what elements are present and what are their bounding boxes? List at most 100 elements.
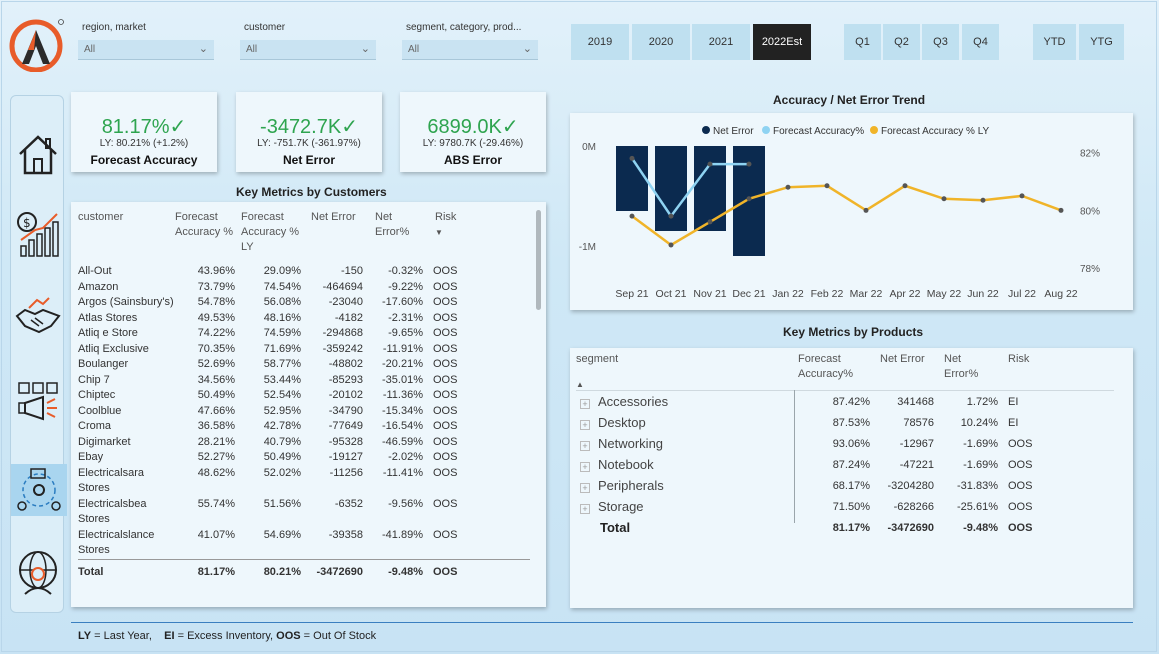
column-header-net-error[interactable]: Net Error <box>301 210 363 264</box>
table-row[interactable]: Electricalsbea Stores 55.74% 51.56% -6352 -9… <box>78 497 530 528</box>
expand-icon[interactable]: + <box>580 504 590 514</box>
table-total-row[interactable]: Total 81.17% 80.21% -3472690 -9.48% OOS <box>78 559 530 584</box>
slicer-value: All <box>84 44 96 55</box>
table-row[interactable]: + Peripherals 68.17% -3204280 -31.83% OOS <box>576 476 1114 497</box>
quarter-button-q2[interactable]: Q2 <box>883 24 920 60</box>
slicer-dropdown[interactable]: All ⌄ <box>240 40 376 60</box>
year-button-2019[interactable]: 2019 <box>571 24 629 60</box>
table-row[interactable]: Amazon 73.79% 74.54% -464694 -9.22% OOS <box>78 280 530 296</box>
column-header-net-error[interactable]: Net Error <box>870 352 934 392</box>
cell-net-error-pct: -25.61% <box>957 501 998 513</box>
cell-forecast-accuracy: 43.96% <box>197 265 235 277</box>
expand-icon[interactable]: + <box>580 483 590 493</box>
column-header-risk[interactable]: Risk ▼ <box>423 210 530 264</box>
expand-icon[interactable]: + <box>580 462 590 472</box>
table-row[interactable]: Argos (Sainsbury's) 54.78% 56.08% -23040 -17… <box>78 295 530 311</box>
cell-risk: OOS <box>1008 522 1033 534</box>
slicer-segment[interactable]: segment, category, prod... All ⌄ <box>402 18 542 64</box>
cell-risk: OOS <box>1008 501 1033 513</box>
cell-customer: Amazon <box>78 280 119 293</box>
cell-net-error: -4182 <box>334 311 363 324</box>
cell-risk: OOS <box>433 358 458 370</box>
global-executive-icon[interactable] <box>15 548 61 598</box>
home-icon[interactable] <box>15 130 61 180</box>
year-button-2021[interactable]: 2021 <box>692 24 750 60</box>
table-row[interactable]: Electricalslance Stores 41.07% 54.69% -3935… <box>78 528 530 560</box>
table-row[interactable]: Electricalsara Stores 48.62% 52.02% -11256 -… <box>78 466 530 497</box>
expand-icon[interactable]: + <box>580 441 590 451</box>
table-row[interactable]: + Notebook 87.24% -47221 -1.69% OOS <box>576 455 1114 476</box>
kpi-title: ABS Error <box>443 153 502 167</box>
slicer-region-market[interactable]: region, market All ⌄ <box>78 18 218 64</box>
column-header-net-error-pct[interactable]: Net Error% <box>363 210 423 264</box>
table-row[interactable]: + Desktop 87.53% 78576 10.24% EI <box>576 413 1114 434</box>
cell-forecast-accuracy: 68.17% <box>832 480 870 492</box>
table-row[interactable]: Chip 7 34.56% 53.44% -85293 -35.01% OOS <box>78 373 530 389</box>
sort-ascending-icon[interactable]: ▲ <box>576 380 584 389</box>
table-row[interactable]: Chiptec 50.49% 52.54% -20102 -11.36% OOS <box>78 388 530 404</box>
x-axis-tick: Oct 21 <box>656 288 687 300</box>
kpi-card-forecast-accuracy: 81.17%✓ LY: 80.21% (+1.2%) Forecast Accu… <box>71 92 217 172</box>
table-row[interactable]: Atlas Stores 49.53% 48.16% -4182 -2.31% OOS <box>78 311 530 327</box>
quarter-button-q3[interactable]: Q3 <box>922 24 959 60</box>
table-row[interactable]: Atliq Exclusive 70.35% 71.69% -359242 -11.91… <box>78 342 530 358</box>
expand-icon[interactable]: + <box>580 399 590 409</box>
customers-table-scrollbar[interactable] <box>536 210 541 310</box>
quarter-button-q1[interactable]: Q1 <box>844 24 881 60</box>
cell-net-error: -6352 <box>334 497 363 510</box>
supply-chain-icon[interactable] <box>11 464 67 516</box>
cell-risk: OOS <box>433 342 458 355</box>
marketing-icon[interactable] <box>15 378 61 428</box>
table-row[interactable]: Ebay 52.27% 50.49% -19127 -2.02% OOS <box>78 450 530 466</box>
divider <box>576 390 1114 391</box>
table-row[interactable]: Boulanger 52.69% 58.77% -48802 -20.21% OOS <box>78 357 530 373</box>
cell-net-error-pct: -11.41% <box>382 466 423 479</box>
expand-icon[interactable]: + <box>580 420 590 430</box>
column-header-net-error-pct[interactable]: Net Error% <box>934 352 998 392</box>
table-row[interactable]: All-Out 43.96% 29.09% -150 -0.32% OOS <box>78 264 530 280</box>
cell-net-error-pct: -17.60% <box>382 296 423 308</box>
table-row[interactable]: Digimarket 28.21% 40.79% -95328 -46.59% OOS <box>78 435 530 451</box>
cell-net-error-pct: -9.65% <box>388 327 423 339</box>
table-row[interactable]: + Accessories 87.42% 341468 1.72% EI <box>576 392 1114 413</box>
quarter-button-q4[interactable]: Q4 <box>962 24 999 60</box>
period-button-ytg[interactable]: YTG <box>1079 24 1124 60</box>
chart-title: Accuracy / Net Error Trend <box>773 93 926 107</box>
sort-descending-icon[interactable]: ▼ <box>435 228 443 237</box>
slicer-dropdown[interactable]: All ⌄ <box>78 40 214 60</box>
cell-risk: EI <box>1008 417 1019 429</box>
table-row[interactable]: + Storage 71.50% -628266 -25.61% OOS <box>576 497 1114 518</box>
cell-forecast-accuracy-ly: 52.02% <box>263 466 301 479</box>
column-header-segment[interactable]: segment ▲ <box>576 352 798 392</box>
cell-net-error: -48802 <box>328 358 363 370</box>
x-axis-tick: Aug 22 <box>1044 288 1077 300</box>
column-header-forecast-accuracy[interactable]: Forecast Accuracy% <box>798 352 870 392</box>
cell-forecast-accuracy: 52.27% <box>197 451 235 463</box>
cell-forecast-accuracy-ly: 56.08% <box>263 296 301 308</box>
column-header-customer[interactable]: customer <box>78 210 175 264</box>
year-button-2020[interactable]: 2020 <box>632 24 690 60</box>
period-button-ytd[interactable]: YTD <box>1033 24 1076 60</box>
cell-customer: Atliq Exclusive <box>78 342 149 355</box>
x-axis-tick: Jan 22 <box>772 288 804 300</box>
slicer-dropdown[interactable]: All ⌄ <box>402 40 538 60</box>
chevron-down-icon[interactable]: ⌄ <box>523 42 532 55</box>
table-total-row[interactable]: Total 81.17% -3472690 -9.48% OOS <box>576 518 1114 539</box>
year-button-2022est[interactable]: 2022Est <box>753 24 811 60</box>
table-row[interactable]: Croma 36.58% 42.78% -77649 -16.54% OOS <box>78 419 530 435</box>
chevron-down-icon[interactable]: ⌄ <box>199 42 208 55</box>
kpi-title: Net Error <box>282 153 335 167</box>
finance-icon[interactable]: $ <box>15 208 61 258</box>
table-row[interactable]: Coolblue 47.66% 52.95% -34790 -15.34% OOS <box>78 404 530 420</box>
table-row[interactable]: Atliq e Store 74.22% 74.59% -294868 -9.65% OO… <box>78 326 530 342</box>
column-header-risk[interactable]: Risk <box>998 352 1114 392</box>
partnership-icon[interactable] <box>15 292 61 342</box>
column-header-forecast-accuracy-ly[interactable]: Forecast Accuracy % LY <box>235 210 301 264</box>
cell-risk: OOS <box>433 565 458 578</box>
chevron-down-icon[interactable]: ⌄ <box>361 42 370 55</box>
cell-net-error-pct: -41.89% <box>382 528 423 541</box>
slicer-customer[interactable]: customer All ⌄ <box>240 18 380 64</box>
column-header-forecast-accuracy[interactable]: Forecast Accuracy % <box>175 210 235 264</box>
table-row[interactable]: + Networking 93.06% -12967 -1.69% OOS <box>576 434 1114 455</box>
cell-net-error: -359242 <box>322 342 363 355</box>
